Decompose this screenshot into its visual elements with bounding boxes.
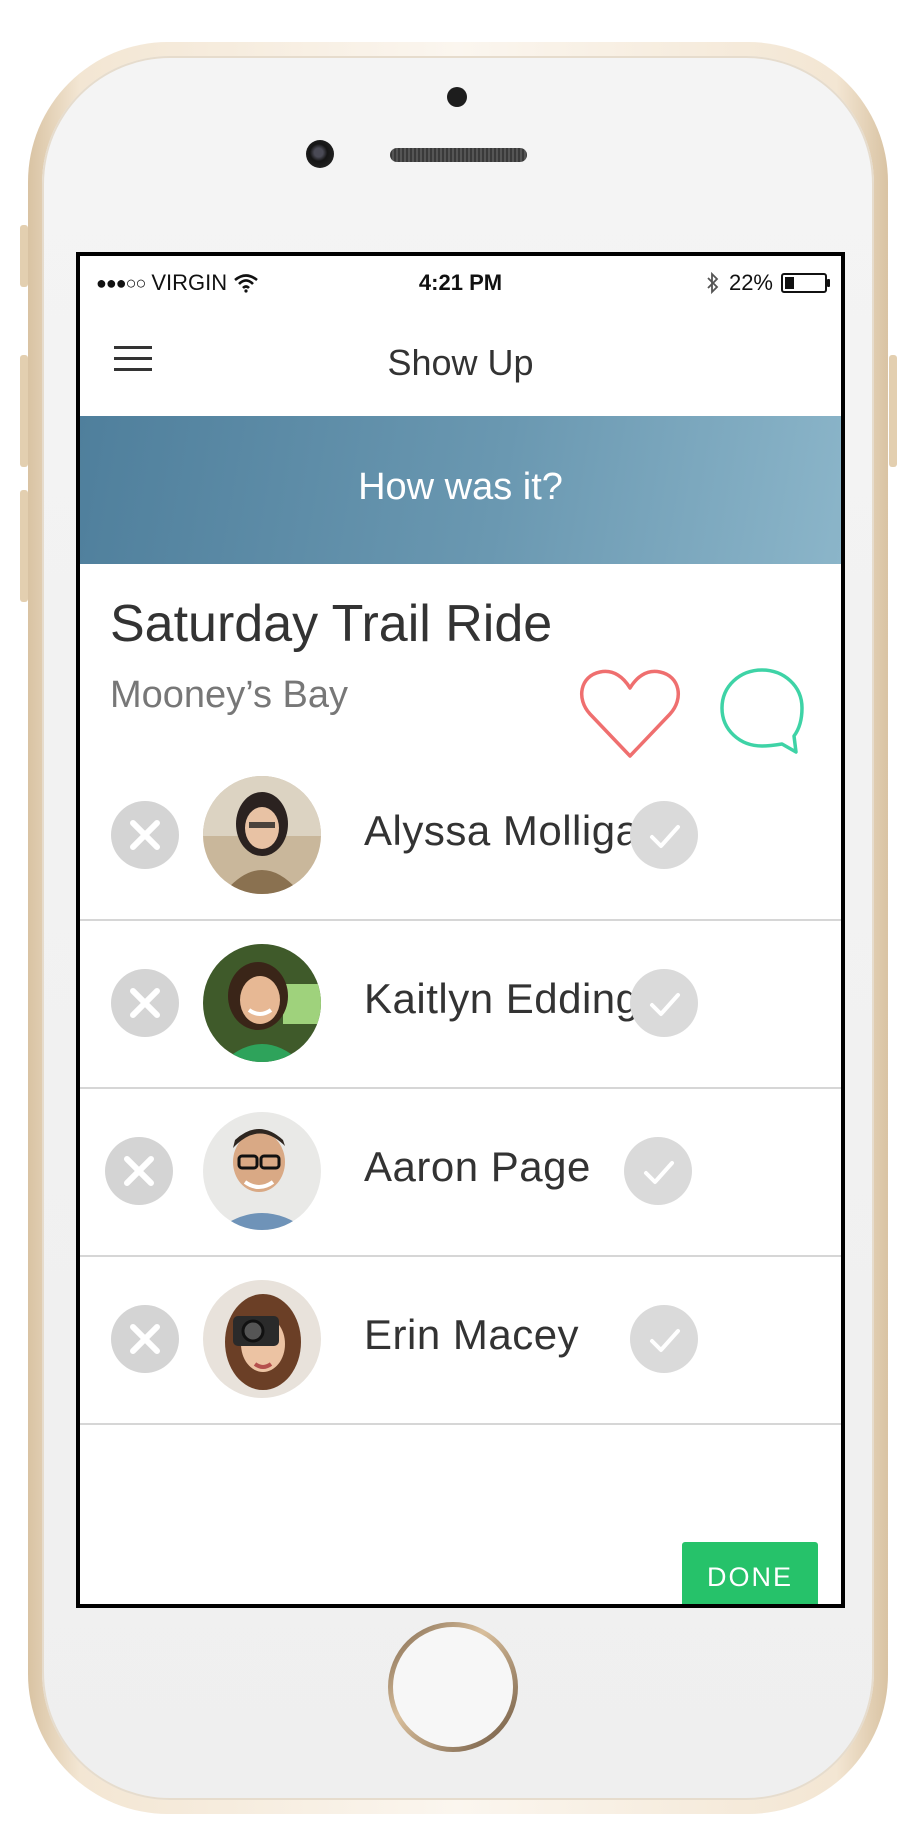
event-location: Mooney’s Bay — [110, 674, 348, 716]
front-camera-icon — [306, 140, 334, 168]
attendee-name: Alyssa Molligan — [364, 807, 664, 854]
banner-text: How was it? — [358, 466, 563, 508]
avatar — [203, 1280, 321, 1398]
checkmark-icon — [650, 993, 680, 1016]
accept-button[interactable] — [630, 1305, 698, 1373]
done-button[interactable]: DONE — [682, 1542, 818, 1604]
accept-button[interactable] — [624, 1137, 692, 1205]
volume-up-button — [20, 355, 28, 467]
attendee-row: Alyssa Molligan — [80, 751, 841, 921]
battery-percent: 22% — [728, 270, 773, 295]
volume-down-button — [20, 490, 28, 602]
accept-button[interactable] — [630, 801, 698, 869]
attendee-row: Erin Macey — [80, 1255, 841, 1425]
chat-bubble-icon[interactable] — [716, 664, 808, 764]
attendee-row: Kaitlyn Eddington — [80, 919, 841, 1089]
speaker-grille — [390, 148, 527, 162]
heart-icon[interactable] — [576, 664, 684, 764]
checkmark-icon — [650, 825, 680, 848]
checkmark-icon — [650, 1329, 680, 1352]
home-button[interactable] — [388, 1622, 518, 1752]
bluetooth-icon — [707, 271, 719, 295]
status-bar: ●●●○○ VIRGIN 4:21 PM 22% — [80, 256, 841, 306]
battery-icon — [781, 273, 830, 293]
reject-button[interactable] — [111, 969, 179, 1037]
avatar — [203, 1112, 321, 1230]
checkmark-icon — [644, 1161, 674, 1184]
event-title: Saturday Trail Ride — [110, 595, 553, 653]
attendee-row: Aaron Page — [80, 1087, 841, 1257]
accept-button[interactable] — [630, 969, 698, 1037]
mute-switch — [20, 225, 28, 287]
app-screen: ●●●○○ VIRGIN 4:21 PM 22% Show Up How was… — [76, 252, 845, 1608]
app-title: Show Up — [387, 342, 534, 383]
close-icon — [124, 1156, 154, 1186]
reject-button[interactable] — [105, 1137, 173, 1205]
close-icon — [130, 820, 160, 850]
reject-button[interactable] — [111, 801, 179, 869]
avatar — [203, 944, 321, 1062]
feedback-banner: How was it? — [80, 416, 841, 564]
close-icon — [130, 1324, 160, 1354]
close-icon — [130, 988, 160, 1018]
reject-button[interactable] — [111, 1305, 179, 1373]
avatar — [203, 776, 321, 894]
nav-bar: Show Up — [80, 306, 841, 416]
attendee-name: Aaron Page — [364, 1143, 591, 1190]
attendee-name: Erin Macey — [364, 1311, 580, 1358]
proximity-sensor — [447, 87, 467, 107]
power-button — [889, 355, 897, 467]
